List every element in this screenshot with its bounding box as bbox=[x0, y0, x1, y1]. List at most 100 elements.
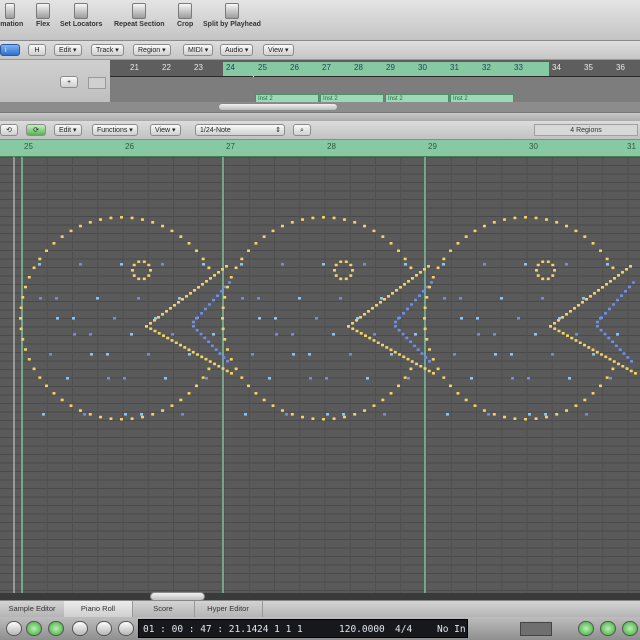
midi-note[interactable] bbox=[500, 297, 503, 300]
midi-note[interactable] bbox=[557, 329, 561, 333]
midi-note[interactable] bbox=[431, 358, 435, 361]
midi-note[interactable] bbox=[205, 280, 208, 283]
tab-piano-roll[interactable]: Piano Roll bbox=[64, 601, 133, 617]
midi-note[interactable] bbox=[372, 404, 376, 408]
midi-note[interactable] bbox=[142, 260, 146, 264]
midi-note[interactable] bbox=[240, 376, 244, 379]
midi-note[interactable] bbox=[574, 404, 578, 408]
midi-note[interactable] bbox=[409, 367, 413, 371]
midi-note[interactable] bbox=[208, 303, 211, 306]
hide-button[interactable]: H bbox=[28, 44, 46, 56]
midi-note[interactable] bbox=[582, 297, 585, 300]
midi-note[interactable] bbox=[131, 269, 134, 272]
midi-note[interactable] bbox=[271, 404, 275, 408]
midi-note[interactable] bbox=[162, 334, 165, 337]
midi-note[interactable] bbox=[301, 415, 305, 419]
midi-note[interactable] bbox=[309, 377, 312, 380]
midi-note[interactable] bbox=[609, 377, 612, 380]
midi-note[interactable] bbox=[339, 277, 343, 281]
midi-note[interactable] bbox=[629, 265, 632, 268]
midi-note[interactable] bbox=[173, 304, 176, 307]
midi-note[interactable] bbox=[147, 353, 150, 356]
midi-note[interactable] bbox=[201, 257, 205, 261]
midi-note[interactable] bbox=[21, 296, 25, 299]
pause-button[interactable] bbox=[96, 621, 112, 636]
midi-note[interactable] bbox=[605, 257, 609, 261]
midi-note[interactable] bbox=[39, 297, 42, 300]
midi-note[interactable] bbox=[334, 263, 338, 267]
midi-note[interactable] bbox=[195, 317, 198, 320]
midi-note[interactable] bbox=[549, 325, 552, 328]
track-options-icon[interactable] bbox=[88, 77, 106, 89]
midi-note[interactable] bbox=[599, 317, 602, 320]
midi-note[interactable] bbox=[52, 241, 56, 245]
midi-note[interactable] bbox=[311, 417, 315, 420]
midi-note[interactable] bbox=[96, 297, 99, 300]
midi-note[interactable] bbox=[181, 298, 184, 301]
midi-note[interactable] bbox=[226, 348, 230, 351]
midi-note[interactable] bbox=[601, 286, 604, 289]
midi-note[interactable] bbox=[555, 412, 559, 416]
midi-note[interactable] bbox=[544, 413, 547, 416]
midi-note[interactable] bbox=[165, 310, 168, 313]
split-by-playhead-tool[interactable]: Split by Playhead bbox=[203, 3, 261, 28]
midi-note[interactable] bbox=[371, 307, 374, 310]
midi-note[interactable] bbox=[200, 355, 204, 359]
midi-note[interactable] bbox=[592, 353, 595, 356]
midi-note[interactable] bbox=[149, 327, 153, 330]
midi-note[interactable] bbox=[448, 249, 452, 253]
midi-note[interactable] bbox=[221, 268, 224, 271]
midi-note[interactable] bbox=[616, 298, 619, 302]
midi-note[interactable] bbox=[349, 274, 353, 277]
midi-note[interactable] bbox=[169, 307, 172, 310]
midi-note[interactable] bbox=[21, 337, 25, 341]
midi-note[interactable] bbox=[381, 235, 385, 238]
menu-view[interactable]: View ▾ bbox=[263, 44, 294, 56]
midi-note[interactable] bbox=[381, 343, 384, 347]
midi-note[interactable] bbox=[120, 263, 123, 266]
midi-note[interactable] bbox=[373, 333, 376, 336]
midi-note[interactable] bbox=[298, 297, 301, 300]
midi-note[interactable] bbox=[404, 263, 407, 266]
tab-sample-editor[interactable]: Sample Editor bbox=[0, 601, 65, 617]
midi-note[interactable] bbox=[363, 409, 367, 412]
midi-note[interactable] bbox=[414, 298, 417, 302]
midi-note[interactable] bbox=[325, 377, 328, 380]
midi-note[interactable] bbox=[214, 348, 218, 351]
midi-note[interactable] bbox=[406, 307, 409, 311]
midi-note[interactable] bbox=[565, 224, 569, 228]
midi-note[interactable] bbox=[42, 413, 45, 416]
midi-note[interactable] bbox=[223, 296, 227, 299]
midi-note[interactable] bbox=[409, 340, 413, 344]
midi-note[interactable] bbox=[558, 317, 561, 320]
midi-note[interactable] bbox=[544, 415, 548, 419]
midi-note[interactable] bbox=[151, 412, 155, 416]
midi-note[interactable] bbox=[199, 332, 203, 336]
midi-note[interactable] bbox=[132, 274, 136, 277]
record-button[interactable] bbox=[118, 621, 134, 636]
midi-note[interactable] bbox=[524, 216, 527, 219]
midi-note[interactable] bbox=[372, 339, 376, 342]
catch-button[interactable]: ⟳ bbox=[26, 124, 46, 136]
midi-note[interactable] bbox=[257, 297, 260, 300]
midi-note[interactable] bbox=[24, 285, 28, 289]
midi-note[interactable] bbox=[621, 271, 624, 274]
midi-note[interactable] bbox=[597, 289, 600, 292]
midi-note[interactable] bbox=[183, 346, 187, 349]
midi-note[interactable] bbox=[470, 377, 473, 380]
midi-note[interactable] bbox=[353, 412, 357, 416]
midi-note[interactable] bbox=[419, 271, 422, 274]
tab-score[interactable]: Score bbox=[132, 601, 195, 617]
note-grid-canvas[interactable] bbox=[0, 157, 640, 593]
midi-note[interactable] bbox=[49, 353, 52, 356]
midi-note[interactable] bbox=[629, 369, 633, 373]
midi-note[interactable] bbox=[630, 360, 634, 363]
midi-note[interactable] bbox=[212, 298, 215, 302]
midi-note[interactable] bbox=[179, 398, 183, 402]
midi-note[interactable] bbox=[88, 221, 92, 224]
midi-note[interactable] bbox=[487, 413, 490, 416]
midi-note[interactable] bbox=[262, 398, 266, 402]
quantize-select[interactable]: 1/24-Note ⇕ bbox=[195, 124, 285, 136]
midi-note[interactable] bbox=[109, 417, 113, 420]
midi-note[interactable] bbox=[621, 364, 625, 368]
